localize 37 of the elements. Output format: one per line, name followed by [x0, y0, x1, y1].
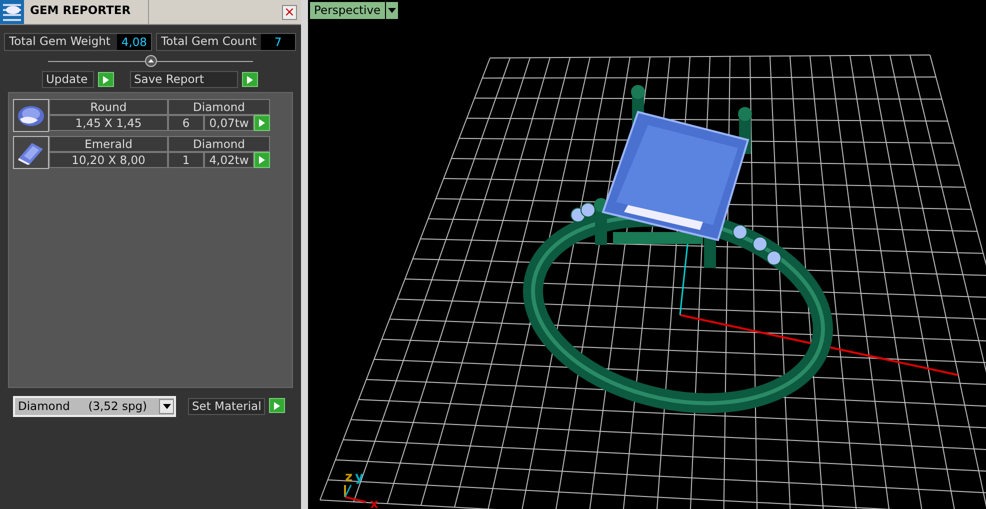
caret-icon — [388, 8, 396, 14]
play-icon — [259, 119, 265, 127]
play-icon — [247, 76, 253, 84]
gem-weight: 0,07tw — [204, 115, 254, 131]
material-dropdown[interactable]: Diamond (3,52 spg) — [13, 396, 176, 417]
panel-title: GEM REPORTER — [24, 0, 149, 24]
gem-icon — [16, 104, 46, 128]
play-icon — [103, 76, 109, 84]
update-button[interactable]: Update — [42, 71, 94, 88]
view-menu[interactable]: Perspective — [310, 2, 398, 19]
play-icon — [259, 156, 265, 164]
total-label: Total Gem Weight — [8, 33, 112, 50]
gem-count: 6 — [168, 115, 204, 131]
gem-count: 1 — [168, 152, 204, 168]
collapse-handle[interactable] — [144, 55, 156, 67]
play-icon — [274, 402, 280, 410]
total-value: 4,08 — [117, 34, 151, 50]
emerald-gem-thumbnail[interactable] — [13, 136, 49, 169]
caret-icon — [162, 404, 170, 409]
gem-size: 1,45 X 1,45 — [49, 115, 168, 131]
details-button[interactable] — [254, 115, 270, 131]
total-value: 7 — [261, 34, 295, 50]
gem-cut: Round — [49, 99, 168, 115]
app-icon — [0, 0, 24, 24]
run-button[interactable] — [269, 398, 286, 413]
gem-material: Diamond — [168, 136, 270, 152]
details-button[interactable] — [254, 152, 270, 168]
total-label: Total Gem Count — [160, 33, 258, 50]
gem-cut: Emerald — [49, 136, 168, 152]
set-material-button[interactable]: Set Material — [188, 398, 266, 415]
round-gem-thumbnail[interactable] — [13, 99, 49, 132]
save-report-button[interactable]: Save Report — [130, 71, 238, 88]
close-button[interactable]: × — [282, 5, 297, 20]
gem-weight: 4,02tw — [204, 152, 254, 168]
gem-size: 10,20 X 8,00 — [49, 152, 168, 168]
axis-gizmo — [344, 484, 366, 503]
gem-material: Diamond — [168, 99, 270, 115]
